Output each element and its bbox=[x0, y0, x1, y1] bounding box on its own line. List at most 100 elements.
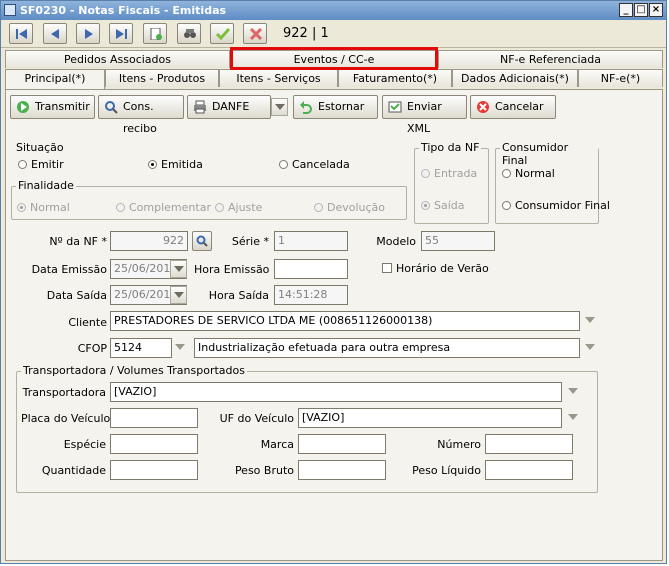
data-emissao-label: Data Emissão bbox=[31, 263, 107, 276]
modelo-label: Modelo bbox=[376, 235, 416, 248]
tipo-saida-label: Saída bbox=[434, 199, 465, 212]
consumidor-final-label: Consumidor Final bbox=[500, 141, 598, 167]
x-icon bbox=[249, 28, 263, 40]
data-saida-dropdown[interactable] bbox=[170, 286, 187, 304]
new-record-button[interactable] bbox=[143, 23, 167, 44]
estornar-button[interactable]: Estornar bbox=[293, 95, 378, 119]
peso-bruto-field[interactable] bbox=[298, 460, 386, 480]
radio-dot bbox=[502, 201, 511, 210]
radio-dot bbox=[18, 160, 27, 169]
data-saida-label: Data Saída bbox=[46, 289, 107, 302]
numero-field[interactable] bbox=[485, 434, 573, 454]
modelo-field[interactable]: 55 bbox=[421, 231, 495, 251]
maximize-button[interactable]: □ bbox=[634, 3, 648, 17]
quantidade-field[interactable] bbox=[110, 460, 198, 480]
transmitir-button[interactable]: Transmitir bbox=[10, 95, 95, 119]
cancel-edit-button[interactable] bbox=[243, 23, 267, 44]
tab-itens-produtos[interactable]: Itens - Produtos bbox=[105, 69, 219, 87]
finalidade-complementar-radio[interactable]: Complementar bbox=[116, 201, 211, 214]
transportadora-field[interactable]: [VAZIO] bbox=[110, 382, 562, 402]
horario-verao-checkbox[interactable]: Horário de Verão bbox=[382, 262, 489, 275]
minimize-button[interactable]: _ bbox=[619, 3, 633, 17]
tab-pedidos-associados[interactable]: Pedidos Associados bbox=[5, 50, 230, 68]
last-record-button[interactable] bbox=[109, 23, 133, 44]
eventos-tab-highlight bbox=[230, 47, 438, 70]
enviar-xml-label: Enviar XML bbox=[407, 100, 442, 135]
situacao-emitida-label: Emitida bbox=[161, 158, 203, 171]
cliente-field[interactable]: PRESTADORES DE SERVICO LTDA ME (00865112… bbox=[110, 311, 580, 331]
tab-faturamento[interactable]: Faturamento(*) bbox=[338, 69, 452, 87]
cliente-dropdown[interactable] bbox=[582, 312, 599, 330]
cfop-code-dropdown[interactable] bbox=[172, 339, 189, 357]
tab-principal[interactable]: Principal(*) bbox=[5, 69, 105, 89]
next-icon bbox=[85, 29, 93, 39]
situacao-emitir-radio[interactable]: Emitir bbox=[18, 158, 64, 171]
data-emissao-dropdown[interactable] bbox=[170, 260, 187, 278]
confirm-button[interactable] bbox=[210, 23, 234, 44]
search-nf-button[interactable] bbox=[192, 231, 212, 251]
magnifier-icon bbox=[196, 235, 208, 247]
finalidade-devolucao-radio[interactable]: Devolução bbox=[314, 201, 385, 214]
tab-dados-adicionais[interactable]: Dados Adicionais(*) bbox=[452, 69, 578, 87]
consumidor-final-radio[interactable]: Consumidor Final bbox=[502, 199, 610, 212]
marca-field[interactable] bbox=[298, 434, 386, 454]
first-record-button[interactable] bbox=[9, 23, 33, 44]
transmit-icon bbox=[17, 101, 29, 113]
finalidade-group: Finalidade Normal Complementar Ajuste De… bbox=[11, 179, 407, 220]
situacao-label: Situação bbox=[14, 141, 66, 154]
transmitir-label: Transmitir bbox=[35, 100, 90, 113]
navigation-toolbar bbox=[1, 20, 666, 48]
main-window: SF0230 - Notas Fiscais - Emitidas _ □ × bbox=[0, 0, 667, 564]
situacao-cancelada-label: Cancelada bbox=[292, 158, 350, 171]
hora-emissao-label: Hora Emissão bbox=[194, 263, 270, 276]
peso-bruto-label: Peso Bruto bbox=[234, 464, 294, 477]
enviar-xml-button[interactable]: Enviar XML bbox=[382, 95, 467, 135]
finalidade-normal-radio[interactable]: Normal bbox=[17, 201, 70, 214]
situacao-emitir-label: Emitir bbox=[31, 158, 64, 171]
consumidor-normal-radio[interactable]: Normal bbox=[502, 167, 555, 180]
finalidade-label: Finalidade bbox=[16, 179, 76, 192]
peso-liquido-field[interactable] bbox=[485, 460, 573, 480]
radio-dot bbox=[421, 169, 430, 178]
tab-nfe-referenciada[interactable]: NF-e Referenciada bbox=[438, 50, 663, 68]
cancelar-button[interactable]: Cancelar bbox=[470, 95, 556, 119]
placa-field[interactable] bbox=[110, 408, 198, 428]
hora-emissao-field[interactable] bbox=[274, 259, 348, 279]
tipo-entrada-radio[interactable]: Entrada bbox=[421, 167, 477, 180]
finalidade-normal-label: Normal bbox=[30, 201, 70, 214]
app-icon bbox=[4, 4, 16, 16]
cfop-description-dropdown[interactable] bbox=[582, 339, 599, 357]
danfe-dropdown-arrow[interactable] bbox=[271, 98, 288, 116]
transportadora-dropdown[interactable] bbox=[565, 383, 582, 401]
num-nf-label: Nº da NF * bbox=[49, 235, 107, 248]
uf-veiculo-dropdown[interactable] bbox=[565, 409, 582, 427]
search-record-button[interactable] bbox=[177, 23, 201, 44]
radio-dot-selected bbox=[148, 160, 157, 169]
situacao-cancelada-radio[interactable]: Cancelada bbox=[279, 158, 350, 171]
last-icon bbox=[116, 29, 127, 39]
finalidade-ajuste-radio[interactable]: Ajuste bbox=[215, 201, 262, 214]
marca-label: Marca bbox=[260, 438, 294, 451]
tab-nfe[interactable]: NF-e(*) bbox=[578, 69, 663, 87]
close-window-button[interactable]: × bbox=[649, 3, 663, 17]
radio-dot bbox=[116, 203, 125, 212]
cancelar-label: Cancelar bbox=[495, 100, 544, 113]
previous-record-button[interactable] bbox=[43, 23, 67, 44]
especie-field[interactable] bbox=[110, 434, 198, 454]
cons-recibo-label: Cons. recibo bbox=[123, 100, 157, 135]
next-record-button[interactable] bbox=[76, 23, 100, 44]
tipo-entrada-label: Entrada bbox=[434, 167, 478, 180]
tipo-saida-radio[interactable]: Saída bbox=[421, 199, 465, 212]
danfe-button[interactable]: DANFE bbox=[187, 95, 271, 119]
cfop-description-field[interactable]: Industrialização efetuada para outra emp… bbox=[194, 338, 580, 358]
tab-itens-servicos[interactable]: Itens - Serviços bbox=[219, 69, 338, 87]
cfop-code-field[interactable]: 5124 bbox=[110, 338, 172, 358]
num-nf-field[interactable]: 922 bbox=[110, 231, 188, 251]
situacao-emitida-radio[interactable]: Emitida bbox=[148, 158, 203, 171]
uf-veiculo-field[interactable]: [VAZIO] bbox=[298, 408, 562, 428]
placa-label: Placa do Veículo bbox=[21, 412, 111, 425]
hora-saida-field[interactable]: 14:51:28 bbox=[274, 285, 348, 305]
cons-recibo-button[interactable]: Cons. recibo bbox=[98, 95, 184, 135]
serie-field[interactable]: 1 bbox=[274, 231, 348, 251]
consumidor-final-group: Consumidor Final Normal Consumidor Final bbox=[495, 141, 610, 224]
